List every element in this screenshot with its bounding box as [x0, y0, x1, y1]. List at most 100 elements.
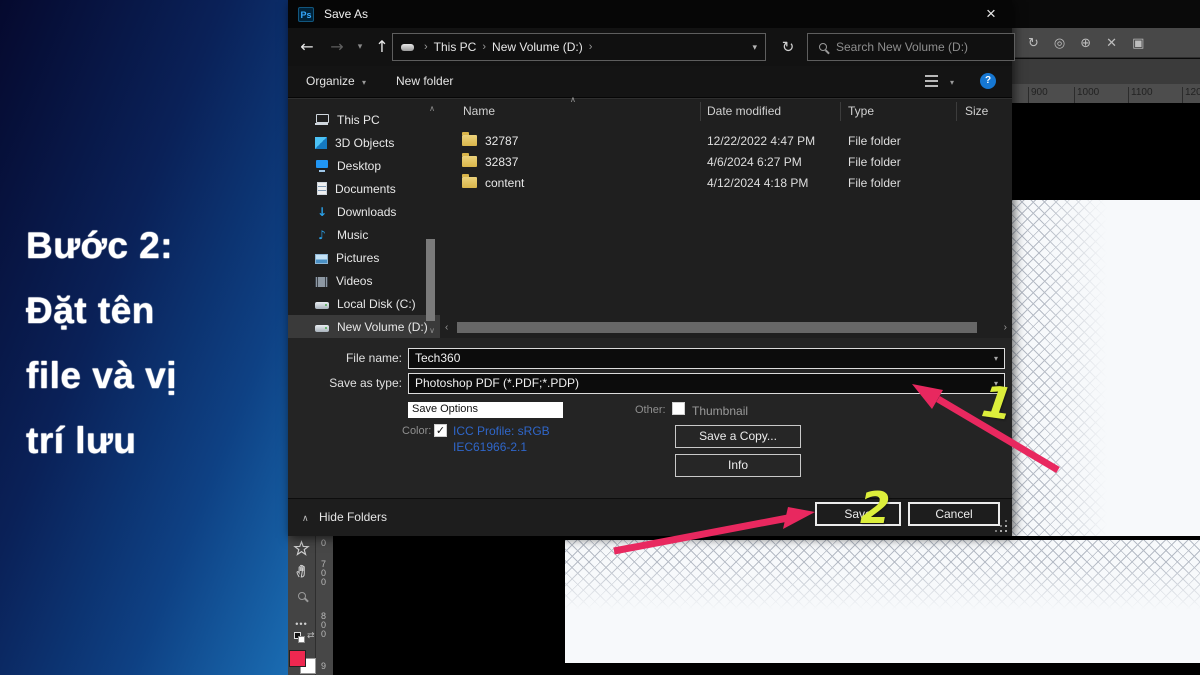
refresh-icon[interactable]: ↻	[775, 33, 801, 61]
search-box[interactable]: Search New Volume (D:)	[807, 33, 1015, 61]
sidebar-item-3d-objects[interactable]: 3D Objects	[288, 131, 440, 154]
column-header-size[interactable]: Size	[965, 104, 988, 118]
chevron-right-icon: ›	[589, 41, 593, 53]
horizontal-scrollbar-thumb[interactable]	[457, 322, 977, 333]
navigation-row: ← → ▾ ↑ › This PC › New Volume (D:) › ▾ …	[288, 28, 1012, 66]
file-date: 12/22/2022 4:47 PM	[707, 134, 815, 148]
ruler-tick: 800	[321, 612, 328, 639]
new-folder-button[interactable]: New folder	[396, 74, 453, 88]
sidebar-item-this-pc[interactable]: This PC	[288, 108, 440, 131]
up-button[interactable]: ↑	[370, 28, 394, 66]
column-divider[interactable]	[840, 102, 841, 121]
annotation-number-1: 1	[979, 376, 1016, 431]
column-divider[interactable]	[956, 102, 957, 121]
hard-drive-icon	[315, 302, 329, 309]
3d-objects-icon	[315, 137, 327, 149]
file-row-content[interactable]: content 4/12/2024 4:18 PM File folder	[440, 172, 1000, 193]
sidebar-item-documents[interactable]: Documents	[288, 177, 440, 200]
step-caption: Bước 2: Đặt tên file và vị trí lưu	[26, 213, 177, 473]
organize-button[interactable]: Organize ▾	[306, 74, 366, 88]
change-view-icon[interactable]	[925, 75, 938, 88]
3d-pan-icon[interactable]: ⊕	[1080, 35, 1091, 51]
zoom-tool-icon[interactable]	[292, 586, 311, 605]
3d-orbit-icon[interactable]: ↻	[1028, 35, 1039, 51]
3d-camera-icon[interactable]: ▣	[1132, 35, 1144, 51]
column-header-type[interactable]: Type	[848, 104, 874, 118]
organize-label: Organize	[306, 74, 355, 88]
address-bar[interactable]: › This PC › New Volume (D:) › ▾	[392, 33, 766, 61]
back-button[interactable]: ←	[294, 28, 320, 66]
icc-profile-checkbox[interactable]: ✓	[434, 424, 447, 437]
foreground-color-swatch[interactable]	[289, 650, 306, 667]
close-icon[interactable]: ×	[978, 2, 1004, 26]
dialog-titlebar[interactable]: Ps Save As ×	[288, 0, 1012, 28]
column-divider[interactable]	[700, 102, 701, 121]
sidebar-item-videos[interactable]: Videos	[288, 269, 440, 292]
column-header-date-modified[interactable]: Date modified	[707, 104, 781, 118]
icc-profile-label: ICC Profile: sRGB IEC61966-2.1	[453, 423, 550, 455]
dialog-content: This PC 3D Objects Desktop Documents ↓ D…	[288, 98, 1012, 338]
hard-drive-icon	[315, 325, 329, 332]
swap-arrow-icon: ⇄	[307, 630, 315, 641]
info-button[interactable]: Info	[675, 454, 801, 477]
save-a-copy-button[interactable]: Save a Copy...	[675, 425, 801, 448]
scroll-left-icon[interactable]: ‹	[445, 321, 448, 334]
photoshop-background-bottom: ••• ⇄ 0 700 800 9	[288, 536, 1200, 675]
sidebar-item-new-volume-d[interactable]: New Volume (D:)	[288, 315, 440, 338]
sidebar-item-local-disk-c[interactable]: Local Disk (C:)	[288, 292, 440, 315]
save-as-type-select[interactable]: Photoshop PDF (*.PDF;*.PDP) ▾	[408, 373, 1005, 394]
sidebar-item-desktop[interactable]: Desktop	[288, 154, 440, 177]
hide-folders-button[interactable]: ∧ Hide Folders	[302, 510, 387, 524]
ruler-tick: 1000	[1074, 87, 1099, 103]
sidebar-item-downloads[interactable]: ↓ Downloads	[288, 200, 440, 223]
recent-locations-chevron-icon[interactable]: ▾	[350, 28, 370, 66]
3d-roll-icon[interactable]: ◎	[1054, 35, 1065, 51]
scroll-right-icon[interactable]: ›	[1004, 321, 1007, 334]
swap-colors-icon[interactable]: ⇄	[292, 632, 311, 651]
folder-icon	[462, 156, 477, 167]
sidebar-scrollbar-thumb[interactable]	[426, 239, 435, 321]
custom-shape-tool-icon[interactable]	[292, 539, 311, 558]
forward-button[interactable]: →	[324, 28, 350, 66]
scroll-up-icon[interactable]: ∧	[429, 104, 435, 113]
file-list-header: Name Date modified Type Size	[440, 101, 1012, 123]
other-label: Other:	[635, 404, 666, 416]
dialog-footer: ∧ Hide Folders Save Cancel	[288, 498, 1012, 536]
annotation-number-2: 2	[860, 483, 891, 534]
file-name: 32787	[485, 134, 518, 148]
ps-vertical-ruler: 0 700 800 9	[315, 536, 333, 675]
resize-grip[interactable]	[997, 522, 1007, 532]
chevron-down-icon[interactable]: ▾	[994, 355, 998, 363]
save-as-type-label: Save as type:	[288, 376, 402, 390]
file-date: 4/6/2024 6:27 PM	[707, 155, 802, 169]
breadcrumb-this-pc[interactable]: This PC	[434, 40, 477, 54]
3d-slide-icon[interactable]: ✕	[1106, 35, 1117, 51]
sidebar-item-music[interactable]: ♪ Music	[288, 223, 440, 246]
thumbnail-label: Thumbnail	[692, 404, 748, 418]
folder-icon	[462, 177, 477, 188]
thumbnail-checkbox[interactable]	[672, 402, 685, 415]
file-name-input[interactable]: Tech360 ▾	[408, 348, 1005, 369]
sidebar-item-label: Documents	[335, 182, 396, 196]
file-row-32787[interactable]: 32787 12/22/2022 4:47 PM File folder	[440, 130, 1000, 151]
ruler-tick: 9	[321, 662, 328, 671]
scroll-down-icon[interactable]: ∨	[429, 326, 435, 335]
file-type: File folder	[848, 134, 901, 148]
ruler-tick: 700	[321, 560, 328, 587]
help-icon[interactable]: ?	[980, 73, 996, 89]
save-as-type-value: Photoshop PDF (*.PDF;*.PDP)	[415, 376, 579, 390]
horizontal-scrollbar[interactable]: ‹ ›	[443, 321, 1009, 334]
sidebar-item-pictures[interactable]: Pictures	[288, 246, 440, 269]
hand-tool-icon[interactable]	[292, 561, 311, 580]
cancel-button[interactable]: Cancel	[908, 502, 1000, 526]
drive-icon	[401, 44, 414, 51]
address-dropdown-chevron-icon[interactable]: ▾	[752, 42, 757, 53]
file-name: content	[485, 176, 524, 190]
folder-sidebar: This PC 3D Objects Desktop Documents ↓ D…	[288, 99, 440, 339]
file-row-32837[interactable]: 32837 4/6/2024 6:27 PM File folder	[440, 151, 1000, 172]
organize-dropdown-chevron-icon: ▾	[362, 78, 366, 87]
breadcrumb-new-volume-d[interactable]: New Volume (D:)	[492, 40, 583, 54]
dialog-title: Save As	[324, 7, 368, 21]
view-dropdown-chevron-icon[interactable]: ▾	[950, 78, 954, 87]
column-header-name[interactable]: Name	[463, 104, 495, 118]
